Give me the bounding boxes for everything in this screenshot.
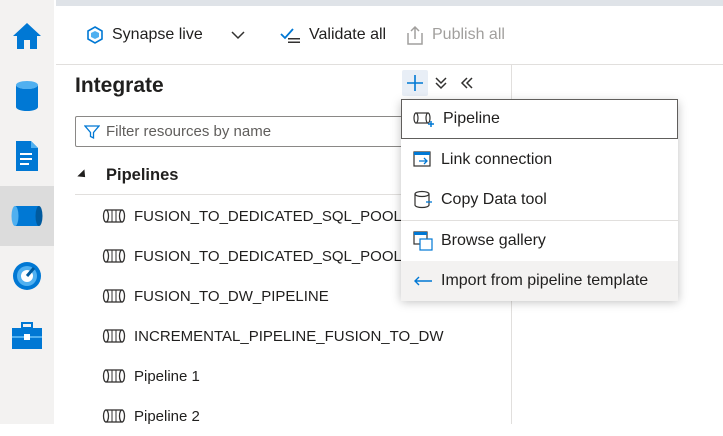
menu-item-label: Browse gallery [441,232,546,249]
pipelines-header-label: Pipelines [106,165,179,184]
expand-all-button[interactable] [428,70,454,96]
list-item[interactable]: Pipeline 2 [102,396,200,436]
list-item-label: INCREMENTAL_PIPELINE_FUSION_TO_DW [134,327,444,345]
nav-manage[interactable] [0,306,54,366]
menu-item-import-template[interactable]: Import from pipeline template [401,261,678,301]
list-item-label: Pipeline 2 [134,407,200,425]
filter-placeholder: Filter resources by name [106,123,272,140]
toolbox-icon [12,322,42,349]
pipeline-icon [102,369,126,383]
gallery-icon [413,231,433,251]
monitor-gauge-icon [13,262,41,290]
publish-all-button[interactable]: Publish all [406,6,505,64]
filter-icon [84,124,100,139]
pipeline-icon [102,249,126,263]
pipeline-add-icon [413,112,434,127]
double-chevron-down-icon [435,77,447,90]
pipeline-icon [102,409,126,423]
list-item[interactable]: FUSION_TO_DEDICATED_SQL_POOL_U [102,196,421,236]
menu-item-label: Copy Data tool [441,191,547,208]
list-item[interactable]: Pipeline 1 [102,356,200,396]
list-item-label: Pipeline 1 [134,367,200,385]
validate-all-button[interactable]: Validate all [279,6,386,64]
nav-home[interactable] [0,6,54,66]
list-item-label: FUSION_TO_DEDICATED_SQL_POOL_U [134,247,422,265]
synapse-live-label: Synapse live [112,26,203,43]
left-nav-rail [0,0,54,424]
link-connection-icon [413,151,431,167]
menu-item-label: Link connection [441,151,553,168]
list-item-label: FUSION_TO_DW_PIPELINE [134,287,329,305]
nav-monitor[interactable] [0,246,54,306]
synapse-live-button[interactable]: Synapse live [86,6,203,64]
nav-data[interactable] [0,66,54,126]
filter-input[interactable]: Filter resources by name [75,116,417,147]
add-resource-button[interactable] [402,70,428,96]
validate-all-label: Validate all [309,26,387,43]
menu-item-label: Pipeline [443,110,500,127]
collapse-panel-button[interactable] [454,70,480,96]
menu-item-link-connection[interactable]: Link connection [401,140,678,180]
publish-all-label: Publish all [432,26,505,43]
chevron-down-icon [231,31,245,40]
validate-icon [280,28,300,43]
nav-develop[interactable] [0,126,54,186]
page-title: Integrate [75,74,164,97]
add-resource-menu: Pipeline Link connection Copy Data tool … [401,99,678,301]
pipeline-icon [102,289,126,303]
synapse-live-dropdown[interactable] [231,6,253,64]
double-chevron-left-icon [460,77,473,89]
menu-item-pipeline[interactable]: Pipeline [401,99,678,139]
pipeline-icon [102,329,126,343]
copy-data-icon [414,190,432,209]
list-item[interactable]: FUSION_TO_DEDICATED_SQL_POOL_U [102,236,421,276]
nav-integrate[interactable] [0,186,54,246]
document-icon [16,141,38,171]
toolbar: Synapse live Validate all Publish all [56,6,723,65]
publish-icon [407,25,423,45]
menu-item-browse-gallery[interactable]: Browse gallery [401,221,678,261]
menu-item-label: Import from pipeline template [441,272,649,289]
home-icon [13,23,41,49]
panel-actions [402,70,480,96]
list-item[interactable]: FUSION_TO_DW_PIPELINE [102,276,329,316]
caret-expanded-icon [77,169,89,181]
list-item[interactable]: INCREMENTAL_PIPELINE_FUSION_TO_DW [102,316,444,356]
menu-item-copy-data-tool[interactable]: Copy Data tool [401,180,678,220]
pipeline-icon [11,206,43,226]
import-arrow-icon [414,276,432,286]
list-item-label: FUSION_TO_DEDICATED_SQL_POOL_U [134,207,422,225]
plus-icon [407,75,423,91]
synapse-icon [87,26,103,44]
pipeline-icon [102,209,126,223]
database-icon [16,81,38,111]
